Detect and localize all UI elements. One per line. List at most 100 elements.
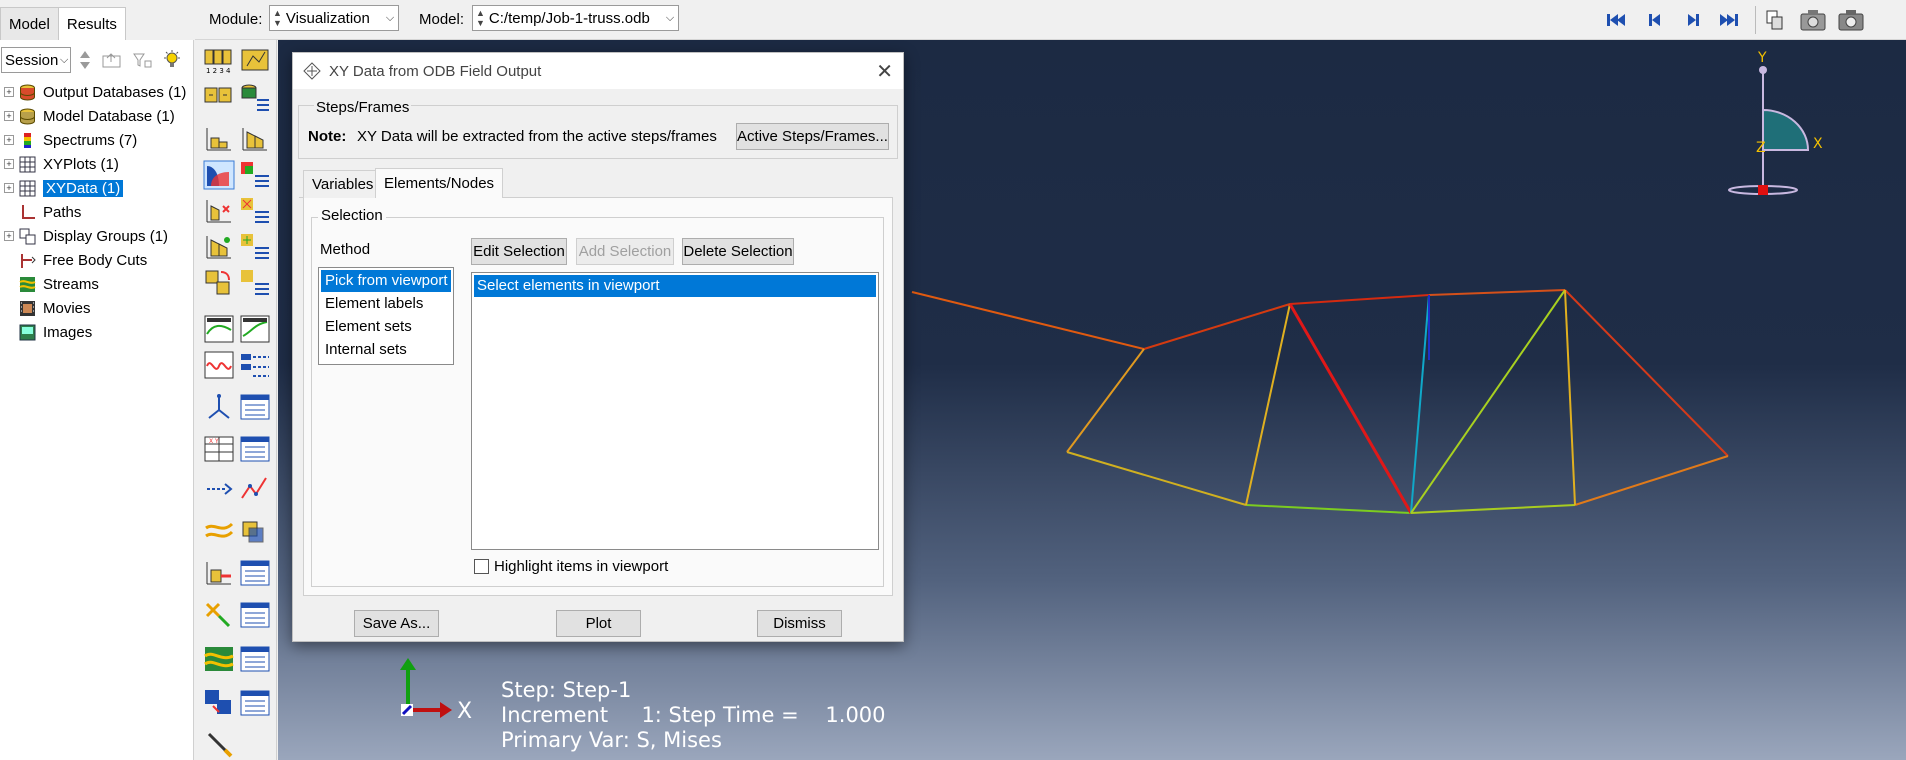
truss-element[interactable] [1574, 455, 1729, 506]
dismiss-button[interactable]: Dismiss [757, 610, 842, 637]
method-pick-from-viewport[interactable]: Pick from viewport [321, 270, 451, 292]
camera-icon[interactable] [1837, 8, 1865, 32]
animate-time-icon[interactable] [239, 314, 271, 344]
animate-harmonic-icon[interactable] [203, 350, 235, 380]
tree-item-xyplots[interactable]: + XYPlots (1) [0, 152, 194, 176]
selection-list[interactable]: Select elements in viewport [471, 272, 879, 550]
deformed-shape-icon[interactable] [239, 124, 271, 154]
xy-data-list-icon[interactable] [239, 82, 271, 112]
add-selection-button[interactable]: Add Selection [576, 238, 674, 265]
truss-element[interactable] [1288, 303, 1413, 514]
truss-element[interactable] [1143, 303, 1291, 350]
tree-item-spectrums[interactable]: + Spectrums (7) [0, 128, 194, 152]
probe-values-icon[interactable] [203, 730, 235, 760]
filter-tree-icon[interactable] [131, 50, 153, 70]
frame-options-icon[interactable] [1763, 8, 1787, 32]
query-manager-icon[interactable] [239, 688, 271, 718]
view-cut-manager-icon[interactable] [239, 392, 271, 422]
undeformed-shape-icon[interactable] [203, 124, 235, 154]
truss-element[interactable] [1428, 289, 1566, 296]
material-orientation-icon[interactable] [203, 232, 235, 262]
first-frame-icon[interactable] [1605, 10, 1629, 30]
tree-item-model-database[interactable]: + Model Database (1) [0, 104, 194, 128]
truss-element[interactable] [1410, 504, 1576, 514]
sort-updown-icon[interactable] [77, 48, 93, 72]
truss-element[interactable] [1066, 348, 1145, 453]
method-list[interactable]: Pick from viewport Element labels Elemen… [318, 267, 454, 365]
tree-item-movies[interactable]: Movies [0, 296, 194, 320]
contour-options-icon[interactable] [239, 160, 271, 190]
module-select[interactable]: ▲ ▼ Visualization ⌵ [269, 5, 399, 31]
method-element-labels[interactable]: Element labels [321, 292, 451, 315]
display-group-manager-icon[interactable] [239, 600, 271, 630]
model-select[interactable]: ▲ ▼ C:/temp/Job-1-truss.odb ⌵ [472, 5, 679, 31]
tree-item-xydata[interactable]: + XYData (1) [0, 176, 194, 200]
expand-icon[interactable]: + [4, 135, 14, 145]
plot-button[interactable]: Plot [556, 610, 641, 637]
create-xy-plot-icon[interactable]: 1 2 3 4 [203, 46, 235, 76]
free-body-cut-icon[interactable] [203, 558, 235, 588]
truss-element[interactable] [1066, 451, 1247, 506]
expand-icon[interactable]: + [4, 111, 14, 121]
edit-selection-button[interactable]: Edit Selection [471, 238, 567, 265]
next-frame-icon[interactable] [1683, 10, 1703, 30]
tree-item-images[interactable]: Images [0, 320, 194, 344]
streamline-manager-icon[interactable] [239, 644, 271, 674]
truss-element[interactable] [1564, 289, 1729, 457]
last-frame-icon[interactable] [1717, 10, 1743, 30]
tree-item-free-body-cuts[interactable]: Free Body Cuts [0, 248, 194, 272]
xy-table-icon[interactable]: X Y [203, 434, 235, 464]
truss-element[interactable] [1245, 504, 1412, 514]
symbol-options-icon[interactable] [239, 196, 271, 226]
lightbulb-icon[interactable] [161, 49, 183, 71]
expand-folder-icon[interactable] [101, 50, 123, 70]
truss-element[interactable] [1410, 289, 1566, 514]
selection-item[interactable]: Select elements in viewport [474, 275, 876, 297]
highlight-checkbox[interactable] [474, 559, 489, 574]
orientation-options-icon[interactable] [239, 232, 271, 262]
tree-item-streams[interactable]: Streams [0, 272, 194, 296]
method-element-sets[interactable]: Element sets [321, 315, 451, 338]
truss-element[interactable] [911, 291, 1145, 350]
table-manager-icon[interactable] [239, 434, 271, 464]
path-plot-icon[interactable] [239, 474, 271, 504]
xy-data-manager-icon[interactable] [203, 82, 235, 112]
expand-icon[interactable]: + [4, 159, 14, 169]
expand-icon[interactable]: + [4, 231, 14, 241]
free-body-manager-icon[interactable] [239, 558, 271, 588]
tree-item-paths[interactable]: Paths [0, 200, 194, 224]
truss-element[interactable] [1564, 289, 1576, 506]
create-path-icon[interactable] [203, 474, 235, 504]
session-select[interactable]: Session ⌵ [1, 47, 71, 73]
spin-icon[interactable]: ▲ ▼ [273, 8, 282, 28]
tab-variables[interactable]: Variables [303, 170, 383, 198]
method-internal-sets[interactable]: Internal sets [321, 338, 451, 361]
animate-scale-icon[interactable] [203, 314, 235, 344]
symbol-plot-icon[interactable] [203, 196, 235, 226]
view-cut-icon[interactable] [203, 392, 235, 422]
tree-item-output-databases[interactable]: + Output Databases (1) [0, 80, 194, 104]
tab-elements-nodes[interactable]: Elements/Nodes [375, 168, 504, 199]
query-copy-icon[interactable] [203, 688, 235, 718]
overlay-options-icon[interactable] [239, 268, 271, 298]
truss-element[interactable] [1410, 294, 1430, 514]
animation-options-icon[interactable] [239, 350, 271, 380]
stream-plot-icon[interactable] [203, 516, 235, 546]
expand-icon[interactable]: + [4, 87, 14, 97]
tree-item-display-groups[interactable]: + Display Groups (1) [0, 224, 194, 248]
previous-frame-icon[interactable] [1645, 10, 1665, 30]
contour-plot-icon[interactable] [203, 160, 235, 190]
camera-options-icon[interactable] [1799, 8, 1827, 32]
overlay-plot-icon[interactable] [203, 268, 235, 298]
spin-icon[interactable]: ▲ ▼ [476, 8, 485, 28]
tab-results[interactable]: Results [57, 7, 126, 40]
truss-element[interactable] [1245, 303, 1291, 506]
save-as-button[interactable]: Save As... [354, 610, 439, 637]
display-group-create-icon[interactable] [203, 600, 235, 630]
expand-icon[interactable]: + [4, 183, 14, 193]
truss-element[interactable] [1289, 294, 1430, 305]
tab-model[interactable]: Model [0, 7, 59, 40]
close-icon[interactable]: ✕ [876, 59, 893, 84]
stream-manager-icon[interactable] [239, 516, 271, 546]
plot-xy-data-icon[interactable] [239, 46, 271, 76]
